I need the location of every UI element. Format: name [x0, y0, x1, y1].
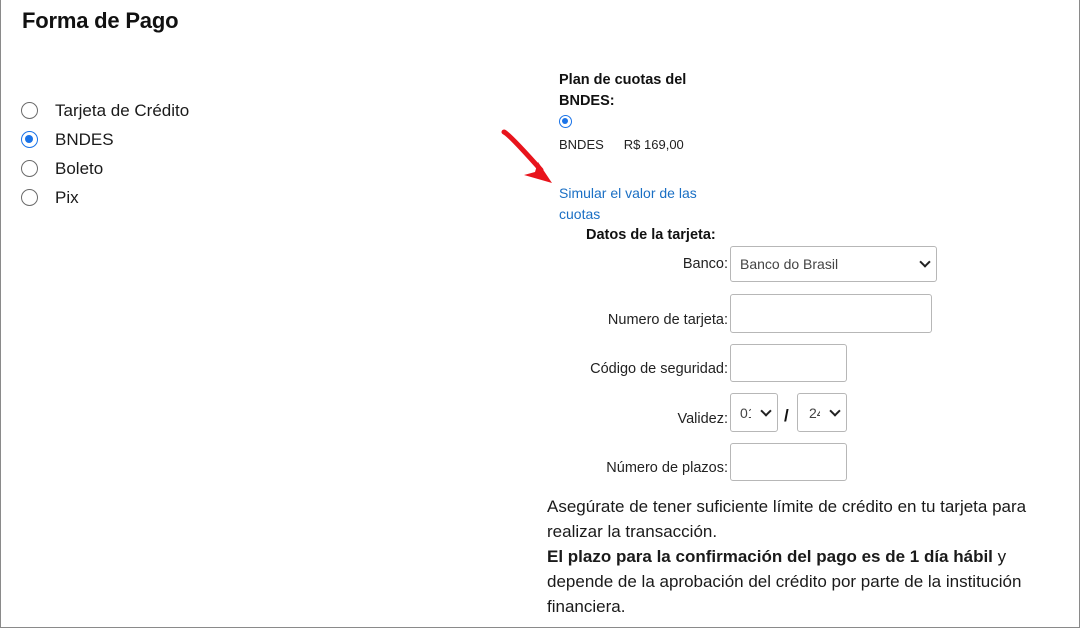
radio-credit-card[interactable] [21, 102, 38, 119]
radio-pix[interactable] [21, 189, 38, 206]
security-code-label: Código de seguridad: [590, 361, 728, 377]
notice-text: Asegúrate de tener suficiente límite de … [547, 497, 1027, 541]
plan-option: BNDES R$ 169,00 [559, 137, 684, 152]
bank-select[interactable]: Banco do Brasil [730, 246, 937, 282]
chevron-down-icon [760, 404, 772, 417]
notice-bold-text: El plazo para la confirmación del pago e… [547, 547, 993, 566]
payment-option-label: Boleto [55, 158, 104, 178]
payment-option-credit-card[interactable]: Tarjeta de Crédito [21, 96, 189, 125]
validity-year-value: 24 [809, 404, 820, 421]
payment-method-group: Tarjeta de Crédito BNDES Boleto Pix [21, 96, 189, 212]
validity-label: Validez: [677, 411, 728, 427]
installments-input[interactable] [730, 443, 847, 481]
bank-label: Banco: [682, 256, 728, 272]
credit-limit-notice: Asegúrate de tener suficiente límite de … [547, 494, 1067, 619]
chevron-down-icon [829, 404, 841, 417]
card-number-label: Numero de tarjeta: [607, 312, 728, 328]
payment-option-bndes[interactable]: BNDES [21, 125, 189, 154]
bank-select-value: Banco do Brasil [740, 256, 839, 272]
payment-option-pix[interactable]: Pix [21, 183, 189, 212]
red-arrow-icon [501, 129, 552, 183]
payment-option-label: Pix [55, 187, 79, 207]
plan-option-price: R$ 169,00 [623, 137, 684, 152]
validity-separator: / [784, 406, 789, 425]
installments-label: Número de plazos: [606, 460, 728, 476]
payment-option-boleto[interactable]: Boleto [21, 154, 189, 183]
validity-month-value: 01 [740, 404, 751, 421]
page-title: Forma de Pago [22, 8, 179, 33]
card-data-title: Datos de la tarjeta: [586, 227, 716, 243]
plan-option-radio[interactable] [559, 115, 572, 128]
radio-bndes[interactable] [21, 131, 38, 148]
security-code-input[interactable] [730, 344, 847, 382]
validity-month-select[interactable]: 01 [730, 393, 778, 432]
plan-title: Plan de cuotas del BNDES: [559, 72, 687, 109]
validity-year-select[interactable]: 24 [797, 393, 847, 432]
payment-option-label: Tarjeta de Crédito [55, 100, 190, 120]
chevron-down-icon [919, 256, 931, 268]
radio-boleto[interactable] [21, 160, 38, 177]
plan-option-name: BNDES [559, 137, 604, 152]
payment-option-label: BNDES [55, 129, 114, 149]
card-number-input[interactable] [730, 294, 932, 333]
simulate-installments-link[interactable]: Simular el valor de las cuotas [559, 183, 729, 225]
